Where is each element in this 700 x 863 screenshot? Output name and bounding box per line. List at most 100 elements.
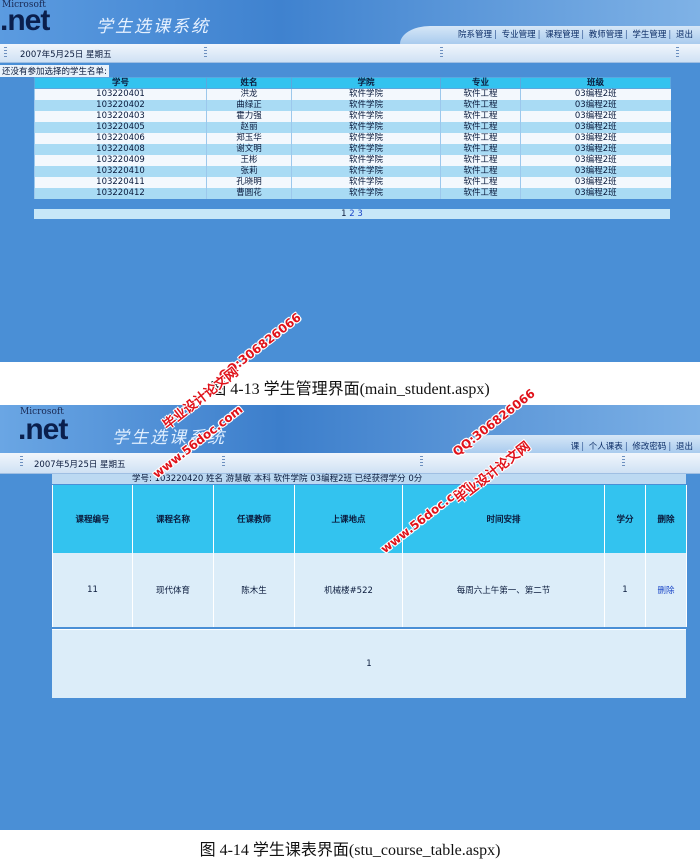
figure-caption-2: 图 4-14 学生课表界面(stu_course_table.aspx) (199, 842, 501, 859)
course-id: 11 (52, 553, 133, 627)
student-college: 软件学院 (291, 166, 441, 177)
student-name: 曲绿正 (206, 100, 292, 111)
table-row: 103220406 郑玉华 软件学院 软件工程 03编程2班 (34, 133, 671, 144)
nav-personal-timetable[interactable]: 个人课表 (588, 442, 624, 452)
nav-change-password[interactable]: 修改密码 (631, 442, 667, 452)
grip-icon (4, 47, 7, 59)
app-header: Microsoft .net 学生选课系统 院系管理 | 专业管理 | 课程管理 | … (0, 0, 700, 44)
student-college: 软件学院 (291, 88, 441, 100)
student-class: 03编程2班 (520, 100, 671, 111)
date-bar: 2007年5月25日 星期五 (0, 453, 700, 474)
course-table-screenshot: Microsoft .net 学生选课系统 课 | 个人课表 | 修改密码 | 退出 … (0, 405, 700, 830)
column-header: 学院 (291, 77, 441, 89)
student-college: 软件学院 (291, 188, 441, 199)
student-class: 03编程2班 (520, 133, 671, 144)
student-name: 王彬 (206, 155, 292, 166)
student-name: 霍力强 (206, 111, 292, 122)
student-id: 103220402 (34, 100, 207, 111)
student-id: 103220412 (34, 188, 207, 199)
column-header: 学分 (604, 485, 646, 553)
top-nav: 院系管理 | 专业管理 | 课程管理 | 教师管理 | 学生管理 | 退出 (457, 30, 694, 40)
notice-text: 还没有参加选择的学生名单: (0, 65, 109, 77)
student-class: 03编程2班 (520, 188, 671, 199)
current-date: 2007年5月25日 星期五 (20, 50, 112, 60)
nav-logout[interactable]: 退出 (675, 442, 694, 452)
table-row: 103220408 谢文明 软件学院 软件工程 03编程2班 (34, 144, 671, 155)
course-credit: 1 (604, 553, 646, 627)
student-name: 曹圆花 (206, 188, 292, 199)
date-bar: 2007年5月25日 星期五 (0, 44, 700, 63)
nav-department[interactable]: 院系管理 (457, 30, 493, 40)
student-college: 软件学院 (291, 100, 441, 111)
page-link-3[interactable]: 3 (357, 209, 362, 219)
student-major: 软件工程 (440, 144, 521, 155)
course-table: 课程编号 课程名称 任课教师 上课地点 时间安排 学分 删除 11 现代体育 陈… (52, 485, 687, 627)
grip-icon (622, 456, 625, 468)
nav-course[interactable]: 课程管理 (544, 30, 580, 40)
figure-caption-1: 图 4-13 学生管理界面(main_student.aspx) (210, 381, 490, 398)
main-student-screenshot: Microsoft .net 学生选课系统 院系管理 | 专业管理 | 课程管理 | … (0, 0, 700, 362)
student-id: 103220405 (34, 122, 207, 133)
student-class: 03编程2班 (520, 177, 671, 188)
student-name: 洪龙 (206, 88, 292, 100)
student-major: 软件工程 (440, 177, 521, 188)
app-title: 学生选课系统 (96, 17, 210, 37)
student-college: 软件学院 (291, 155, 441, 166)
nav-logout[interactable]: 退出 (675, 30, 694, 40)
student-name: 孔晓明 (206, 177, 292, 188)
delete-link[interactable]: 删除 (657, 586, 674, 596)
student-major: 软件工程 (440, 188, 521, 199)
student-major: 软件工程 (440, 88, 521, 100)
column-header: 学号 (34, 77, 207, 89)
student-major: 软件工程 (440, 166, 521, 177)
table-row: 11 现代体育 陈木生 机械楼#522 每周六上午第一、第二节 1 删除 (52, 553, 687, 627)
course-name: 现代体育 (132, 553, 214, 627)
student-class: 03编程2班 (520, 122, 671, 133)
nav-student[interactable]: 学生管理 (631, 30, 667, 40)
grip-icon (222, 456, 225, 468)
grip-icon (440, 47, 443, 59)
grip-icon (420, 456, 423, 468)
table-header-row: 课程编号 课程名称 任课教师 上课地点 时间安排 学分 删除 (52, 485, 687, 553)
student-table: 学号 姓名 学院 专业 班级 103220401 洪龙 软件学院 软件工程 03编程2班… (34, 77, 671, 199)
student-class: 03编程2班 (520, 144, 671, 155)
delete-cell: 删除 (645, 553, 687, 627)
student-class: 03编程2班 (520, 88, 671, 100)
nav-course-select[interactable]: 课 (570, 442, 581, 452)
student-name: 张莉 (206, 166, 292, 177)
nav-major[interactable]: 专业管理 (501, 30, 537, 40)
table-row: 103220405 赵丽 软件学院 软件工程 03编程2班 (34, 122, 671, 133)
table-row: 103220412 曹圆花 软件学院 软件工程 03编程2班 (34, 188, 671, 199)
student-college: 软件学院 (291, 133, 441, 144)
student-name: 郑玉华 (206, 133, 292, 144)
student-class: 03编程2班 (520, 155, 671, 166)
pager: 1 2 3 (34, 209, 670, 219)
table-row: 103220402 曲绿正 软件学院 软件工程 03编程2班 (34, 100, 671, 111)
page-link-2[interactable]: 2 (349, 209, 354, 219)
student-major: 软件工程 (440, 111, 521, 122)
column-header: 姓名 (206, 77, 292, 89)
student-major: 软件工程 (440, 133, 521, 144)
table-header-row: 学号 姓名 学院 专业 班级 (34, 77, 671, 89)
student-id: 103220401 (34, 88, 207, 100)
table-row: 103220410 张莉 软件学院 软件工程 03编程2班 (34, 166, 671, 177)
current-date: 2007年5月25日 星期五 (34, 460, 126, 470)
grip-icon (204, 47, 207, 59)
student-name: 谢文明 (206, 144, 292, 155)
student-info: 学号: 103220420 姓名 游慧敏 本科 软件学院 03编程2班 已经获得… (52, 474, 686, 484)
column-header: 任课教师 (213, 485, 295, 553)
student-class: 03编程2班 (520, 111, 671, 122)
student-id: 103220406 (34, 133, 207, 144)
table-row: 103220409 王彬 软件学院 软件工程 03编程2班 (34, 155, 671, 166)
pager: 1 (52, 629, 686, 698)
student-major: 软件工程 (440, 155, 521, 166)
table-row: 103220411 孔晓明 软件学院 软件工程 03编程2班 (34, 177, 671, 188)
course-location: 机械楼#522 (294, 553, 403, 627)
student-id: 103220403 (34, 111, 207, 122)
column-header: 课程编号 (52, 485, 133, 553)
column-header: 删除 (645, 485, 687, 553)
nav-teacher[interactable]: 教师管理 (588, 30, 624, 40)
student-college: 软件学院 (291, 177, 441, 188)
student-id: 103220411 (34, 177, 207, 188)
dotnet-logo: .net (0, 4, 50, 37)
